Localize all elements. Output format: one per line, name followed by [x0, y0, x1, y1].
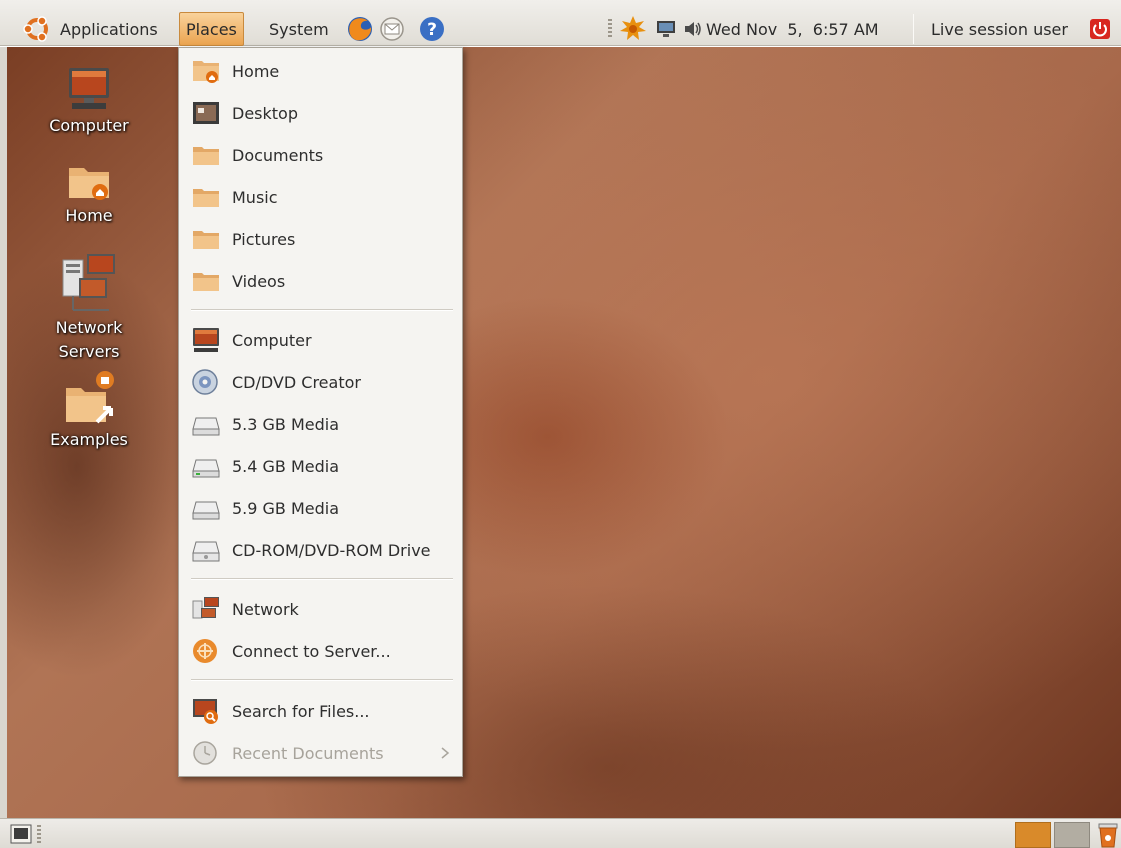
network-icon: [192, 597, 219, 619]
computer-icon: [193, 328, 219, 352]
desktop-icon-examples[interactable]: Examples: [39, 370, 139, 452]
menu-item-label: Computer: [232, 330, 312, 350]
menu-item-label: CD/DVD Creator: [232, 372, 361, 392]
menu-item-recent-documents: Recent Documents: [179, 733, 462, 773]
menu-item-pictures[interactable]: Pictures: [179, 219, 462, 259]
menu-item-videos[interactable]: Videos: [179, 261, 462, 301]
menu-item-label: Desktop: [232, 103, 298, 123]
desktop-icon-label: Examples: [50, 430, 128, 449]
volume-icon[interactable]: [682, 12, 704, 46]
svg-text:?: ?: [427, 20, 437, 40]
panel-grip[interactable]: [37, 825, 41, 843]
menu-item-label: Videos: [232, 271, 286, 291]
network-servers-icon: [62, 254, 115, 311]
desktop-icon-network-servers[interactable]: Network Servers: [39, 250, 139, 364]
places-menu-label: Places: [186, 19, 237, 39]
user-menu[interactable]: Live session user: [931, 12, 1068, 46]
places-menu: Home Desktop Documents Music Pictures Vi…: [178, 47, 463, 777]
menu-item-cd-dvd-creator[interactable]: CD/DVD Creator: [179, 362, 462, 402]
drive-icon: [192, 417, 220, 436]
folder-icon: [193, 189, 219, 207]
desktop[interactable]: [7, 47, 1121, 818]
desktop-icon-label: Computer: [49, 116, 129, 135]
menu-item-connect-to-server[interactable]: Connect to Server...: [179, 631, 462, 671]
connect-server-icon: [193, 639, 217, 663]
menu-item-music[interactable]: Music: [179, 177, 462, 217]
show-desktop-button[interactable]: [10, 824, 32, 848]
search-icon: [193, 699, 218, 724]
menu-item-label: Search for Files...: [232, 701, 370, 721]
menu-item-computer[interactable]: Computer: [179, 320, 462, 360]
mail-icon[interactable]: [378, 12, 406, 46]
desktop-icon-home[interactable]: Home: [39, 160, 139, 228]
desktop-icon-label: Network Servers: [55, 318, 123, 361]
menu-item-label: Recent Documents: [232, 743, 384, 763]
menu-item-search-for-files[interactable]: Search for Files...: [179, 691, 462, 731]
workspace-1[interactable]: [1015, 822, 1051, 848]
menu-item-cd-rom-drive[interactable]: CD-ROM/DVD-ROM Drive: [179, 530, 462, 570]
examples-folder-icon: [66, 371, 114, 424]
folder-icon: [193, 231, 219, 249]
drive-icon: [192, 459, 220, 478]
clock[interactable]: Wed Nov 5, 6:57 AM: [706, 12, 879, 46]
menu-item-label: Connect to Server...: [232, 641, 391, 661]
firefox-icon[interactable]: [346, 12, 374, 46]
system-menu-label: System: [269, 19, 329, 39]
menu-item-home[interactable]: Home: [179, 51, 462, 91]
cd-icon: [192, 369, 218, 395]
menu-item-5-3-gb-media[interactable]: 5.3 GB Media: [179, 404, 462, 444]
desktop-icon-label: Home: [65, 206, 113, 225]
menu-separator: [191, 309, 453, 311]
bottom-panel: [0, 818, 1121, 848]
applications-menu-label: Applications: [60, 19, 158, 39]
menu-item-label: 5.3 GB Media: [232, 414, 340, 434]
menu-item-label: Music: [232, 187, 278, 207]
home-folder-icon: [69, 168, 109, 200]
panel-grip[interactable]: [608, 19, 612, 37]
menu-item-5-4-gb-media[interactable]: 5.4 GB Media: [179, 446, 462, 486]
menu-item-desktop[interactable]: Desktop: [179, 93, 462, 133]
menu-item-network[interactable]: Network: [179, 589, 462, 629]
show-desktop-icon: [10, 824, 32, 844]
workspace-2[interactable]: [1054, 822, 1090, 848]
help-icon[interactable]: ?: [418, 12, 446, 46]
home-folder-icon: [193, 61, 219, 83]
clock-label: Wed Nov 5, 6:57 AM: [706, 19, 879, 39]
system-menu-button[interactable]: System: [263, 12, 335, 46]
recent-documents-icon: [193, 741, 217, 765]
places-menu-button[interactable]: Places: [179, 12, 244, 46]
trash-button[interactable]: [1097, 822, 1119, 848]
chevron-right-icon: [441, 747, 450, 759]
desktop-icon-computer[interactable]: Computer: [39, 66, 139, 138]
applications-menu-button[interactable]: Applications: [54, 12, 164, 46]
desktop-icon: [193, 102, 219, 124]
menu-item-label: Pictures: [232, 229, 296, 249]
drive-icon: [192, 501, 220, 520]
menu-item-label: Documents: [232, 145, 324, 165]
computer-icon: [69, 68, 109, 109]
menu-item-label: Network: [232, 599, 299, 619]
trash-icon: [1098, 823, 1118, 848]
top-panel: Applications Places System ? Wed Nov 5, …: [0, 0, 1121, 46]
shutdown-icon[interactable]: [1089, 12, 1111, 46]
menu-item-label: 5.4 GB Media: [232, 456, 340, 476]
folder-icon: [193, 147, 219, 165]
network-status-icon[interactable]: [654, 12, 678, 46]
user-name-label: Live session user: [931, 19, 1068, 39]
panel-separator: [913, 14, 914, 44]
menu-item-label: CD-ROM/DVD-ROM Drive: [232, 540, 431, 560]
menu-item-documents[interactable]: Documents: [179, 135, 462, 175]
menu-item-label: 5.9 GB Media: [232, 498, 340, 518]
menu-separator: [191, 578, 453, 580]
menu-separator: [191, 679, 453, 681]
left-edge: [0, 47, 7, 818]
menu-item-label: Home: [232, 61, 280, 81]
menu-item-5-9-gb-media[interactable]: 5.9 GB Media: [179, 488, 462, 528]
ubuntu-logo-icon[interactable]: [22, 12, 52, 46]
folder-icon: [193, 273, 219, 291]
optical-drive-icon: [192, 541, 220, 562]
update-notifier-icon[interactable]: [618, 12, 648, 46]
